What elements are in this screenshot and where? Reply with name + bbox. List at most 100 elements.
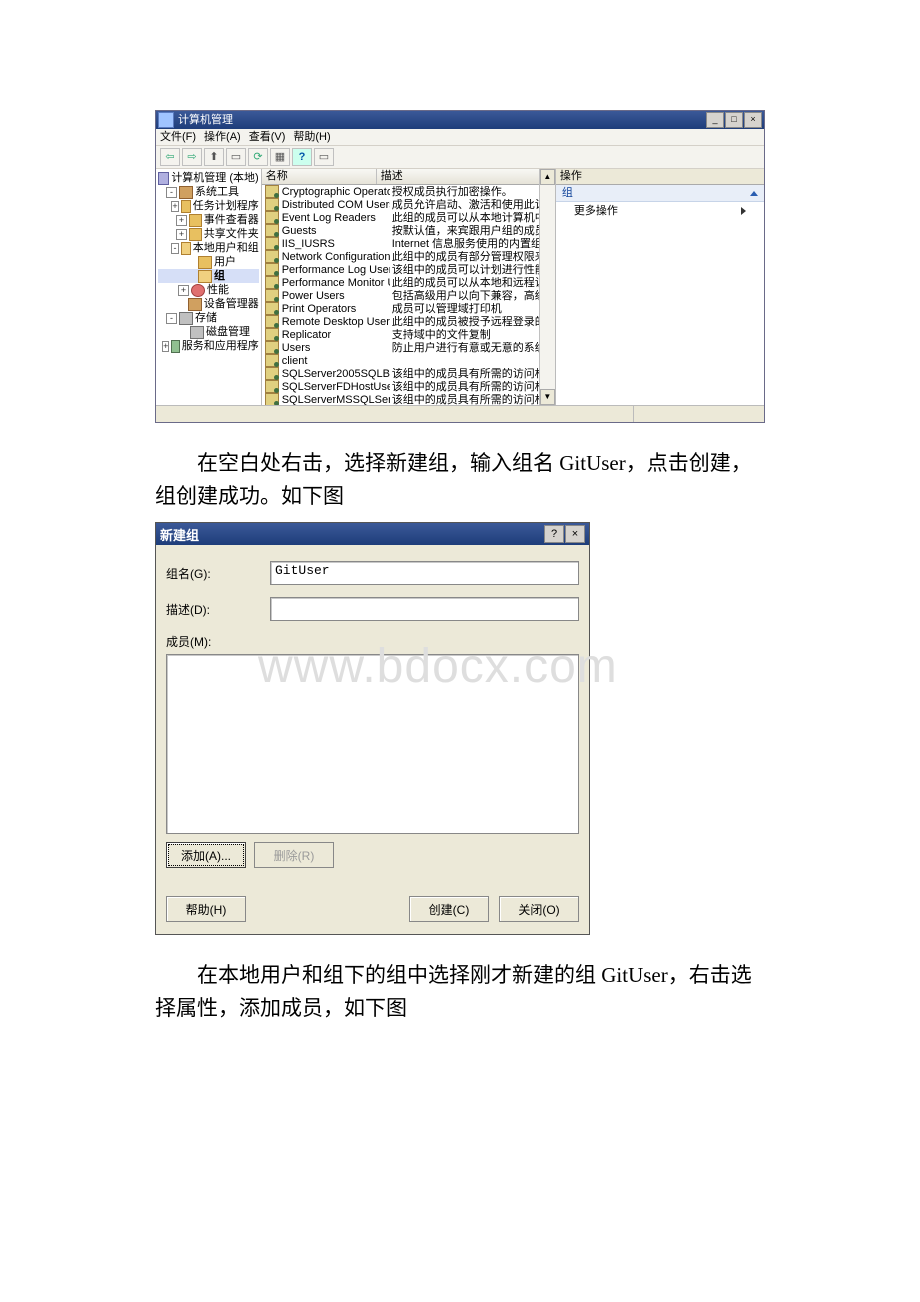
group-desc: 授权成员执行加密操作。	[390, 186, 555, 198]
action-more[interactable]: 更多操作	[556, 202, 764, 220]
group-desc: Internet 信息服务使用的内置组。	[390, 238, 555, 250]
group-icon	[265, 250, 279, 263]
group-name: Remote Desktop Users	[282, 316, 390, 328]
list-item[interactable]: Users防止用户进行有意或无意的系统...	[262, 341, 555, 354]
group-icon	[265, 354, 279, 367]
scroll-up-icon[interactable]: ▲	[540, 169, 555, 185]
menu-view[interactable]: 查看(V)	[249, 131, 286, 143]
tree-groups[interactable]: 组	[214, 270, 225, 282]
tree-task[interactable]: 任务计划程序	[193, 200, 259, 212]
tree-users[interactable]: 用户	[214, 256, 236, 268]
menu-action[interactable]: 操作(A)	[204, 131, 241, 143]
group-icon	[265, 328, 279, 341]
members-listbox[interactable]	[166, 654, 579, 834]
list-item[interactable]: IIS_IUSRSInternet 信息服务使用的内置组。	[262, 237, 555, 250]
paragraph-2: 在本地用户和组下的组中选择刚才新建的组 GitUser，右击选择属性，添加成员，…	[155, 959, 765, 1024]
close-button[interactable]: ×	[744, 112, 762, 128]
list-item[interactable]: SQLServerFDHostUser$W...该组中的成员具有所需的访问权..…	[262, 380, 555, 393]
description-input[interactable]	[270, 597, 579, 621]
extra-button[interactable]: ▭	[314, 148, 334, 166]
back-button[interactable]: ⇦	[160, 148, 180, 166]
minimize-button[interactable]: _	[706, 112, 724, 128]
list-item[interactable]: Performance Log Users该组中的成员可以计划进行性能...	[262, 263, 555, 276]
arrow-right-icon	[741, 207, 746, 215]
group-desc: 按默认值，来宾跟用户组的成员...	[390, 225, 555, 237]
window-titlebar[interactable]: 计算机管理 _ □ ×	[156, 111, 764, 129]
group-desc: 此组的成员可以从本地和远程访...	[390, 277, 555, 289]
help-icon[interactable]: ?	[544, 525, 564, 543]
group-name: Performance Monitor U...	[282, 277, 390, 289]
vertical-scrollbar[interactable]: ▲ ▼	[539, 169, 555, 405]
list-item[interactable]: Distributed COM Users成员允许启动、激活和使用此计...	[262, 198, 555, 211]
action-header: 操作	[556, 169, 764, 185]
col-desc[interactable]: 描述	[377, 169, 555, 184]
group-desc: 包括高级用户以向下兼容，高级...	[390, 290, 555, 302]
group-icon	[265, 341, 279, 354]
list-item[interactable]: SQLServerMSSQLServerA...该组中的成员具有所需的访问权..…	[262, 393, 555, 405]
close-icon[interactable]: ×	[565, 525, 585, 543]
group-icon	[265, 393, 279, 405]
list-item[interactable]: SQLServer2005SQLBrows...该组中的成员具有所需的访问权..…	[262, 367, 555, 380]
tree-share[interactable]: 共享文件夹	[204, 228, 259, 240]
group-desc: 成员可以管理域打印机	[390, 303, 555, 315]
tree-localusers[interactable]: 本地用户和组	[193, 242, 259, 254]
group-name: Guests	[282, 225, 390, 237]
close-dialog-button[interactable]: 关闭(O)	[499, 896, 579, 922]
list-rows[interactable]: Cryptographic Operators授权成员执行加密操作。Distri…	[262, 185, 555, 405]
tree-svcapp[interactable]: 服务和应用程序	[182, 340, 259, 352]
group-icon	[265, 367, 279, 380]
list-item[interactable]: Remote Desktop Users此组中的成员被授予远程登录的...	[262, 315, 555, 328]
tree-root[interactable]: 计算机管理 (本地)	[171, 172, 258, 184]
group-desc: 该组中的成员具有所需的访问权...	[390, 368, 555, 380]
group-icon	[265, 302, 279, 315]
list-item[interactable]: client	[262, 354, 555, 367]
refresh-button[interactable]: ⟳	[248, 148, 268, 166]
group-icon	[265, 185, 279, 198]
list-item[interactable]: Print Operators成员可以管理域打印机	[262, 302, 555, 315]
list-item[interactable]: Guests按默认值，来宾跟用户组的成员...	[262, 224, 555, 237]
group-name: Replicator	[282, 329, 390, 341]
toolbar: ⇦ ⇨ ⬆ ▭ ⟳ ▦ ? ▭	[156, 145, 764, 169]
group-name-input[interactable]: GitUser	[270, 561, 579, 585]
list-item[interactable]: Event Log Readers此组的成员可以从本地计算机中...	[262, 211, 555, 224]
tree-pane[interactable]: 计算机管理 (本地) -系统工具 +任务计划程序 +事件查看器 +共享文件夹 -…	[156, 169, 262, 405]
description-label: 描述(D):	[166, 601, 270, 618]
dialog-title: 新建组	[160, 525, 199, 544]
dialog-titlebar[interactable]: 新建组 ? ×	[156, 523, 589, 545]
list-item[interactable]: Replicator支持域中的文件复制	[262, 328, 555, 341]
menu-file[interactable]: 文件(F)	[160, 131, 196, 143]
list-item[interactable]: Power Users包括高级用户以向下兼容，高级...	[262, 289, 555, 302]
tree-perf[interactable]: 性能	[207, 284, 229, 296]
help-button[interactable]: 帮助(H)	[166, 896, 246, 922]
help-button[interactable]: ?	[292, 148, 312, 166]
list-item[interactable]: Cryptographic Operators授权成员执行加密操作。	[262, 185, 555, 198]
props-button[interactable]: ▭	[226, 148, 246, 166]
action-section-group[interactable]: 组	[556, 185, 764, 202]
tree-systools[interactable]: 系统工具	[195, 186, 239, 198]
maximize-button[interactable]: □	[725, 112, 743, 128]
group-desc: 该组中的成员具有所需的访问权...	[390, 394, 555, 406]
action-pane: 操作 组 更多操作	[555, 169, 764, 405]
menu-help[interactable]: 帮助(H)	[293, 131, 330, 143]
group-name: SQLServerMSSQLServerA...	[282, 394, 390, 406]
chevron-up-icon	[750, 191, 758, 196]
group-desc: 此组中的成员有部分管理权限来...	[390, 251, 555, 263]
col-name[interactable]: 名称	[262, 169, 377, 184]
group-desc: 此组中的成员被授予远程登录的...	[390, 316, 555, 328]
remove-button[interactable]: 删除(R)	[254, 842, 334, 868]
tree-disk[interactable]: 磁盘管理	[206, 326, 250, 338]
list-item[interactable]: Performance Monitor U...此组的成员可以从本地和远程访..…	[262, 276, 555, 289]
forward-button[interactable]: ⇨	[182, 148, 202, 166]
tree-storage[interactable]: 存储	[195, 312, 217, 324]
up-button[interactable]: ⬆	[204, 148, 224, 166]
create-button[interactable]: 创建(C)	[409, 896, 489, 922]
tree-event[interactable]: 事件查看器	[204, 214, 259, 226]
group-desc: 此组的成员可以从本地计算机中...	[390, 212, 555, 224]
list-item[interactable]: Network Configuration...此组中的成员有部分管理权限来..…	[262, 250, 555, 263]
export-button[interactable]: ▦	[270, 148, 290, 166]
add-button[interactable]: 添加(A)...	[166, 842, 246, 868]
scroll-down-icon[interactable]: ▼	[540, 389, 555, 405]
group-desc: 支持域中的文件复制	[390, 329, 555, 341]
group-icon	[265, 380, 279, 393]
tree-devmgr[interactable]: 设备管理器	[204, 298, 259, 310]
